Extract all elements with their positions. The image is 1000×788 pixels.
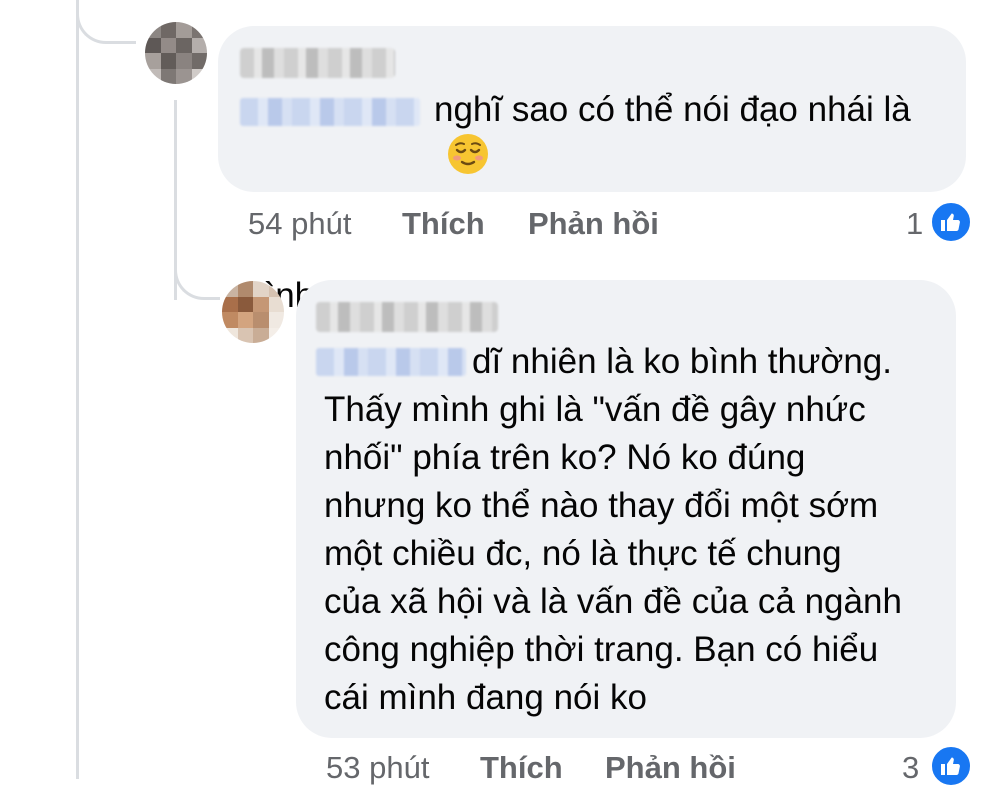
- comment-bubble: nghĩ sao có thể nói đạo nhái là bình thư…: [218, 26, 966, 315]
- thread-line-outer: [76, 0, 79, 779]
- thumbs-up-icon[interactable]: [929, 744, 973, 788]
- reply-bubble: dĩ nhiên là ko bình thường. Thấy mình gh…: [296, 280, 956, 738]
- author-name[interactable]: [316, 302, 498, 332]
- author-name[interactable]: [240, 48, 395, 78]
- comment-text: dĩ nhiên là ko bình thường. Thấy mình gh…: [324, 342, 902, 717]
- avatar[interactable]: [222, 281, 284, 343]
- reply-button[interactable]: Phản hồi: [605, 750, 736, 786]
- comment-time[interactable]: 54 phút: [248, 206, 351, 242]
- like-button[interactable]: Thích: [402, 206, 485, 242]
- like-button[interactable]: Thích: [480, 750, 563, 786]
- reply-button[interactable]: Phản hồi: [528, 206, 659, 242]
- reaction-count[interactable]: 1: [906, 206, 923, 242]
- thumbs-up-icon[interactable]: [929, 200, 973, 244]
- avatar[interactable]: [145, 22, 207, 84]
- relieved-face-icon: [448, 134, 489, 174]
- thread-branch-top: [76, 0, 136, 44]
- reaction-count[interactable]: 3: [902, 750, 919, 786]
- thread-branch-reply: [174, 250, 220, 300]
- comment-time[interactable]: 53 phút: [326, 750, 429, 786]
